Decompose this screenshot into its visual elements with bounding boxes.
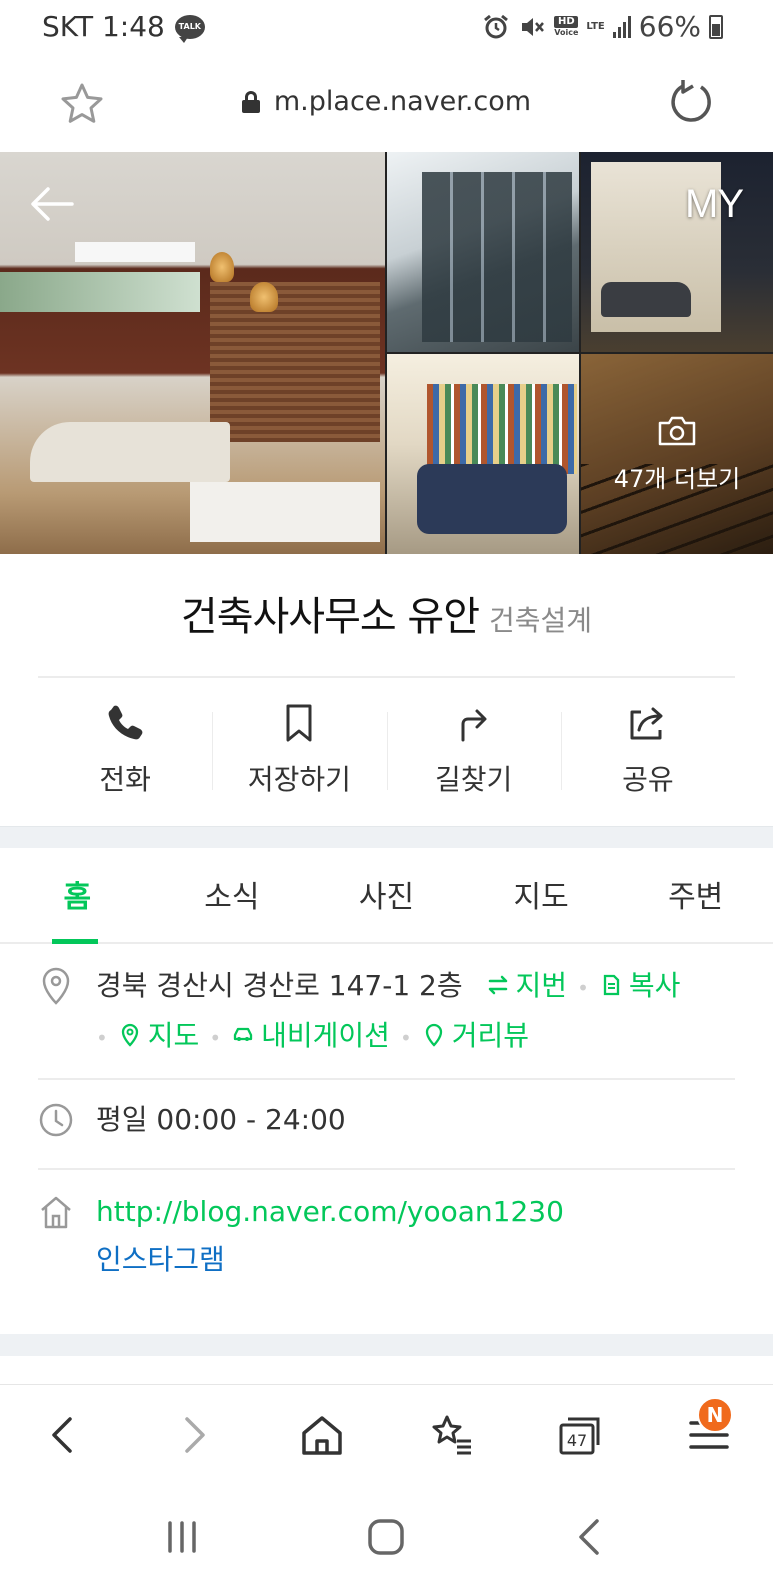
tab-bar: 홈 소식 사진 지도 주변 xyxy=(0,848,773,944)
browser-bookmarks-button[interactable] xyxy=(386,1385,515,1484)
home-icon xyxy=(41,1196,71,1229)
directions-button[interactable]: 길찾기 xyxy=(386,690,561,810)
alarm-icon xyxy=(484,14,509,38)
status-bar: SKT 1:48 TALK HD Voice LTE 66% xyxy=(0,0,773,56)
website-row: http://blog.naver.com/yooan1230 인스타그램 xyxy=(38,1188,735,1298)
copy-icon xyxy=(603,974,620,996)
tabs-icon: 47 xyxy=(559,1417,600,1454)
lock-icon xyxy=(241,90,260,113)
home-icon xyxy=(302,1415,342,1455)
photo-building-exterior[interactable] xyxy=(387,152,579,352)
phone-icon xyxy=(108,705,143,740)
instagram-link[interactable]: 인스타그램 xyxy=(96,1243,225,1276)
bookmarks-icon xyxy=(432,1415,471,1454)
mute-icon xyxy=(522,17,545,36)
address-field[interactable]: m.place.naver.com xyxy=(0,86,773,117)
url-text: m.place.naver.com xyxy=(273,86,532,117)
photo-gallery[interactable]: MY 47개 더보기 xyxy=(0,152,773,554)
browser-tabs-button[interactable]: 47 xyxy=(515,1385,644,1484)
browser-forward-button[interactable] xyxy=(129,1385,258,1484)
browser-toolbar: 47 N xyxy=(0,1384,773,1484)
svg-text:47: 47 xyxy=(567,1431,587,1450)
home-button-icon[interactable] xyxy=(362,1513,410,1561)
call-button[interactable]: 전화 xyxy=(38,690,212,810)
address-text: 경북 경산시 경산로 147-1 2층 xyxy=(96,969,463,1002)
map-link[interactable]: 지도 xyxy=(118,1019,199,1052)
forward-icon xyxy=(185,1416,205,1453)
save-button[interactable]: 저장하기 xyxy=(212,690,386,810)
share-button[interactable]: 공유 xyxy=(560,690,735,810)
tab-map[interactable]: 지도 xyxy=(464,848,619,942)
network-lte: LTE xyxy=(586,20,605,32)
browser-back-button[interactable] xyxy=(0,1385,129,1484)
battery-percent: 66% xyxy=(638,10,701,43)
reload-icon[interactable] xyxy=(665,78,715,128)
tab-home[interactable]: 홈 xyxy=(0,848,155,944)
network-hd-voice: HD Voice xyxy=(554,15,579,37)
location-pin-icon xyxy=(42,967,70,1005)
divider xyxy=(38,1078,735,1080)
tab-photos[interactable]: 사진 xyxy=(309,848,464,942)
website-link[interactable]: http://blog.naver.com/yooan1230 xyxy=(96,1195,564,1228)
navigation-link[interactable]: 내비게이션 xyxy=(231,1019,390,1052)
car-icon xyxy=(233,1027,253,1041)
carrier-time: SKT 1:48 xyxy=(42,10,165,43)
browser-menu-button[interactable]: N xyxy=(644,1385,773,1484)
clock-icon xyxy=(39,1103,73,1137)
hours-row: 평일 00:00 - 24:00 xyxy=(38,1096,735,1152)
battery-icon xyxy=(709,14,723,39)
info-section: 경북 경산시 경산로 147-1 2층 지번 • 복사 • 지도 • 내비게이션 • 거리뷰 … xyxy=(0,944,773,1334)
swap-icon xyxy=(488,975,507,995)
bookmark-icon xyxy=(286,704,312,742)
my-button[interactable]: MY xyxy=(685,182,744,227)
directions-icon xyxy=(461,709,487,742)
street-view-link[interactable]: 거리뷰 xyxy=(422,1019,529,1052)
camera-icon xyxy=(658,416,696,445)
kakaotalk-icon: TALK xyxy=(174,14,205,43)
new-badge: N xyxy=(696,1397,733,1433)
share-icon xyxy=(630,707,663,740)
address-row: 경북 경산시 경산로 147-1 2층 지번 • 복사 • 지도 • 내비게이션 • 거리뷰 xyxy=(38,962,735,1072)
place-category: 건축설계 xyxy=(489,604,593,637)
recents-icon[interactable] xyxy=(158,1513,206,1561)
map-pin-icon xyxy=(121,1023,138,1047)
system-nav-bar xyxy=(0,1484,773,1589)
place-name: 건축사사무소 유안 xyxy=(180,594,480,640)
tab-nearby[interactable]: 주변 xyxy=(618,848,773,942)
photo-interior-library[interactable] xyxy=(387,354,579,554)
browser-home-button[interactable] xyxy=(258,1385,387,1484)
jibun-link[interactable]: 지번 xyxy=(486,969,567,1002)
street-view-icon xyxy=(425,1023,442,1047)
signal-icon xyxy=(612,15,631,38)
section-gap xyxy=(0,1334,773,1356)
system-back-icon[interactable] xyxy=(567,1513,615,1561)
more-photos-button[interactable]: 47개 더보기 xyxy=(581,354,773,554)
place-header: 건축사사무소 유안 건축설계 xyxy=(0,554,773,676)
back-icon xyxy=(52,1416,73,1453)
hours-text: 평일 00:00 - 24:00 xyxy=(96,1103,346,1136)
divider xyxy=(38,1168,735,1170)
copy-link[interactable]: 복사 xyxy=(599,969,680,1002)
action-bar: 전화 저장하기 길찾기 공유 xyxy=(38,690,735,810)
divider xyxy=(38,676,735,678)
url-bar: m.place.naver.com xyxy=(0,56,773,152)
section-gap xyxy=(0,826,773,848)
back-arrow-icon[interactable] xyxy=(28,184,76,224)
tab-news[interactable]: 소식 xyxy=(155,848,310,942)
more-photos-label: 47개 더보기 xyxy=(613,464,741,493)
photo-house-night[interactable] xyxy=(581,152,773,352)
